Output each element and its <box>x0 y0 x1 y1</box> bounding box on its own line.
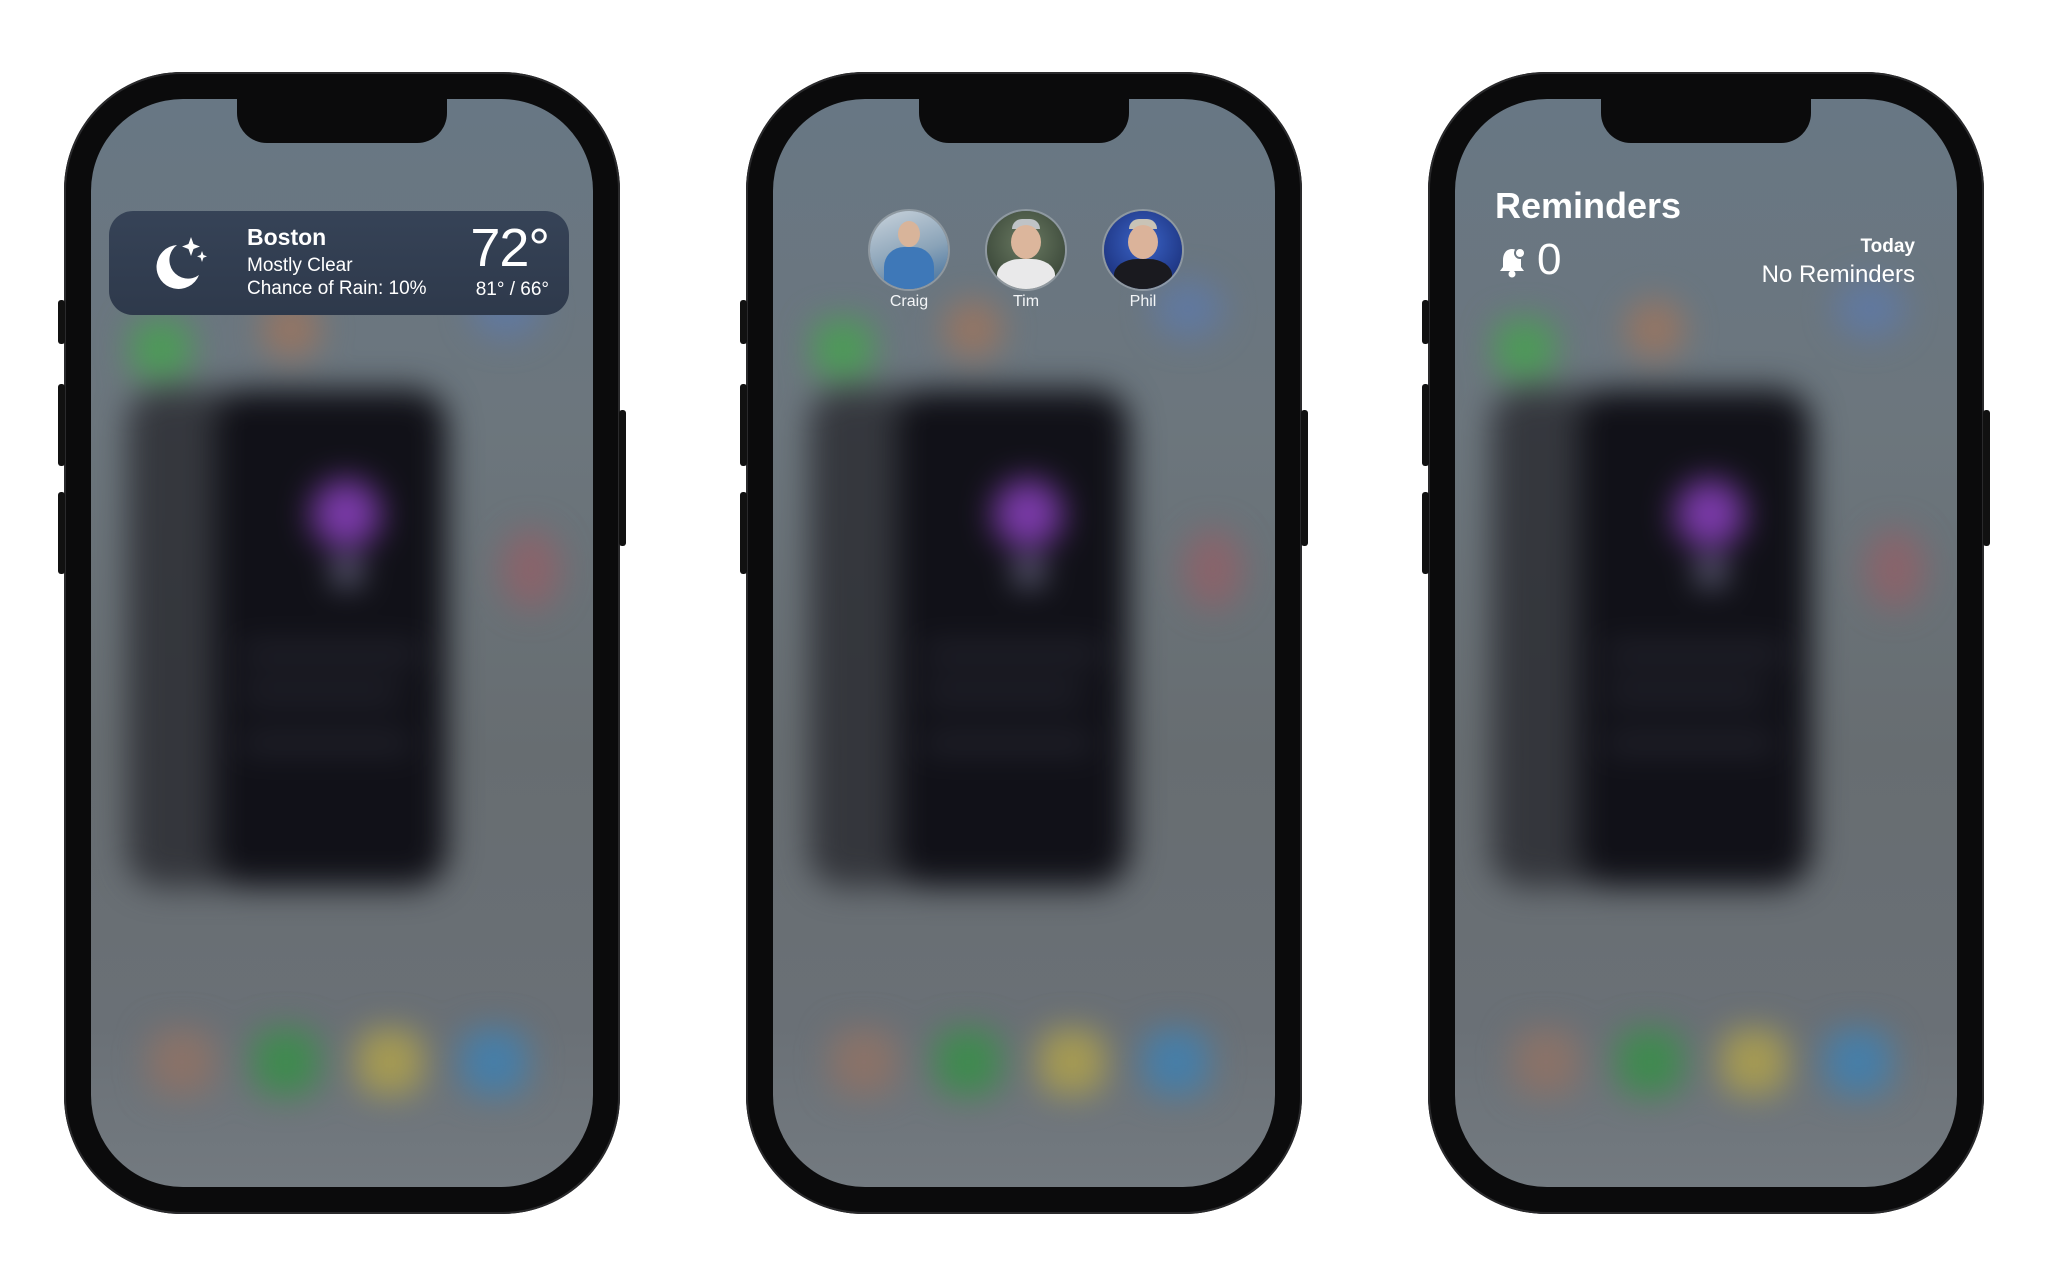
side-button <box>1301 410 1308 546</box>
weather-rain-chance: Chance of Rain: 10% <box>247 278 427 299</box>
avatar <box>987 211 1065 289</box>
contact-tim[interactable]: Tim <box>986 211 1066 311</box>
volume-down-button <box>1422 492 1429 574</box>
side-button <box>1983 410 1990 546</box>
volume-up-button <box>58 384 65 466</box>
reminders-status: No Reminders <box>1761 261 1915 288</box>
volume-down-button <box>58 492 65 574</box>
screen: Reminders 0 Today No Reminders <box>1455 99 1957 1187</box>
mute-switch <box>740 300 747 344</box>
reminders-today-label: Today <box>1860 236 1915 257</box>
moon-stars-icon <box>156 237 207 289</box>
screen: Craig Tim Phil <box>773 99 1275 1187</box>
notch <box>237 99 447 143</box>
weather-widget[interactable]: Boston Mostly Clear Chance of Rain: 10% … <box>109 211 569 315</box>
notch <box>1601 99 1811 143</box>
bell-icon <box>1500 247 1526 278</box>
phone-weather: Boston Mostly Clear Chance of Rain: 10% … <box>58 72 626 1214</box>
contact-name: Tim <box>1012 293 1040 310</box>
contacts-widget: Craig Tim Phil <box>773 211 1275 321</box>
volume-up-button <box>740 384 747 466</box>
contact-name: Phil <box>1129 293 1157 310</box>
contact-craig[interactable]: Craig <box>869 211 949 311</box>
avatar <box>870 211 948 289</box>
mute-switch <box>1422 300 1429 344</box>
volume-down-button <box>740 492 747 574</box>
weather-condition: Mostly Clear <box>247 255 353 276</box>
contact-phil[interactable]: Phil <box>1103 211 1183 311</box>
weather-city: Boston <box>247 224 327 250</box>
volume-up-button <box>1422 384 1429 466</box>
side-button <box>619 410 626 546</box>
mute-switch <box>58 300 65 344</box>
weather-high-low: 81° / 66° <box>475 279 549 300</box>
screen: Boston Mostly Clear Chance of Rain: 10% … <box>91 99 593 1187</box>
reminders-count: 0 <box>1537 235 1562 284</box>
weather-temperature: 72° <box>470 218 550 278</box>
phone-reminders: Reminders 0 Today No Reminders <box>1422 72 1990 1214</box>
notch <box>919 99 1129 143</box>
avatar <box>1104 211 1182 289</box>
contact-name: Craig <box>889 293 929 310</box>
reminders-title: Reminders <box>1495 185 1682 226</box>
phone-contacts: Craig Tim Phil <box>740 72 1308 1214</box>
